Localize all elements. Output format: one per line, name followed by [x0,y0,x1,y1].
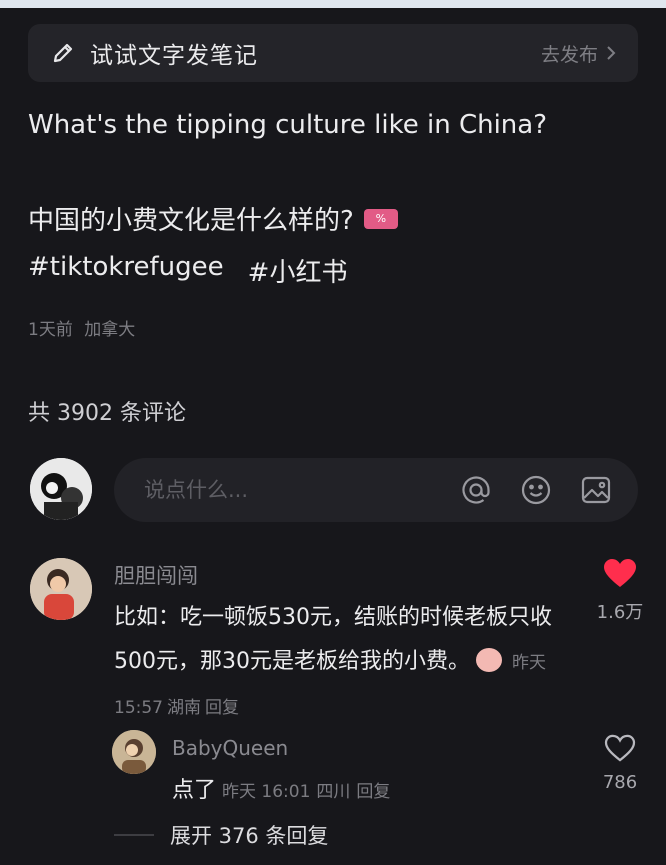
expand-divider [114,834,154,836]
pencil-icon [50,40,76,66]
reply-like[interactable]: 786 [594,734,646,793]
reply-time: 昨天 16:01 [222,782,311,802]
tag-xiaohongshu[interactable]: #小红书 [248,252,348,289]
emoji-icon[interactable] [518,472,554,508]
draft-note-bar[interactable]: 试试文字发笔记 去发布 [28,24,638,82]
mention-icon[interactable] [458,472,494,508]
blush-emoji-icon [476,648,502,672]
reply-author[interactable]: BabyQueen [172,736,288,760]
chevron-right-icon [606,45,616,61]
post-question-en: What's the tipping culture like in China… [28,110,548,140]
post-question-zh-row: 中国的小费文化是什么样的? % [28,200,398,237]
comment-body: 比如：吃一顿饭530元，结账的时候老板只收500元，那30元是老板给我的小费。昨… [114,596,564,730]
comment-input[interactable] [142,477,434,503]
expand-replies[interactable]: 展开 376 条回复 [114,820,328,850]
comment-like-count: 1.6万 [596,602,644,623]
expand-replies-label: 展开 376 条回复 [170,824,329,848]
post-meta: 1天前 加拿大 [28,315,135,340]
draft-title: 试试文字发笔记 [90,43,258,69]
my-avatar[interactable] [30,458,92,520]
comment-count: 共 3902 条评论 [28,401,186,426]
reply-body: 点了 昨天 16:01 四川 回复 [172,772,390,804]
top-strip [0,0,666,8]
comment-like[interactable]: 1.6万 [590,558,650,624]
post-location: 加拿大 [84,320,136,340]
reply-text: 点了 [172,778,217,803]
publish-link[interactable]: 去发布 [541,40,616,67]
reply-location: 四川 [316,782,351,802]
reply-like-count: 786 [602,772,638,793]
comment-reply-link[interactable]: 回复 [205,698,239,718]
publish-label: 去发布 [540,43,598,66]
coupon-emoji-icon: % [363,208,398,229]
post-time: 1天前 [28,320,73,340]
heart-outline-icon [604,734,636,762]
image-icon[interactable] [578,472,614,508]
post-question-zh: 中国的小费文化是什么样的? [28,206,354,236]
comment-location: 湖南 [167,698,201,718]
tag-tiktokrefugee[interactable]: #tiktokrefugee [28,252,224,289]
post-tags: #tiktokrefugee #小红书 [28,252,347,289]
comment-input-bar [114,458,638,522]
commenter-avatar[interactable] [30,558,92,620]
comment-author[interactable]: 胆胆闯闯 [114,560,198,590]
reply-reply-link[interactable]: 回复 [356,782,390,802]
reply-avatar[interactable] [112,730,156,774]
heart-filled-icon [604,559,636,587]
